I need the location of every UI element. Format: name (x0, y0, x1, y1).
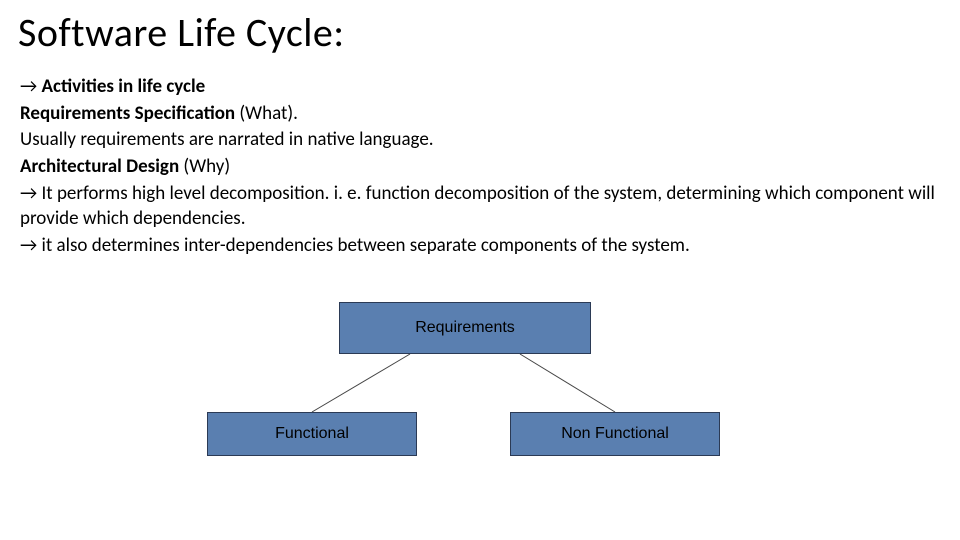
body-line-1: → Activities in life cycle (20, 74, 940, 100)
slide: Software Life Cycle: → Activities in lif… (0, 0, 960, 540)
requirements-diagram: Requirements Functional Non Functional (0, 302, 960, 502)
body-line-2-bold: Requirements Specification (20, 102, 235, 125)
slide-title: Software Life Cycle: (18, 8, 345, 57)
body-line-3: Usually requirements are narrated in nat… (20, 127, 940, 153)
diagram-node-functional: Functional (207, 412, 417, 456)
body-line-4-rest: (Why) (179, 155, 230, 178)
body-line-4: Architectural Design (Why) (20, 154, 940, 180)
body-line-1-bold: Activities in life cycle (42, 75, 206, 98)
arrow-prefix: → (20, 75, 42, 98)
body-line-4-bold: Architectural Design (20, 155, 179, 178)
diagram-node-requirements: Requirements (339, 302, 591, 354)
body-text: → Activities in life cycle Requirements … (20, 74, 940, 259)
body-line-6: → it also determines inter-dependencies … (20, 233, 940, 259)
body-line-5: → It performs high level decomposition. … (20, 181, 940, 232)
diagram-node-non-functional: Non Functional (510, 412, 720, 456)
body-line-2-rest: (What). (235, 102, 298, 125)
body-line-2: Requirements Specification (What). (20, 101, 940, 127)
